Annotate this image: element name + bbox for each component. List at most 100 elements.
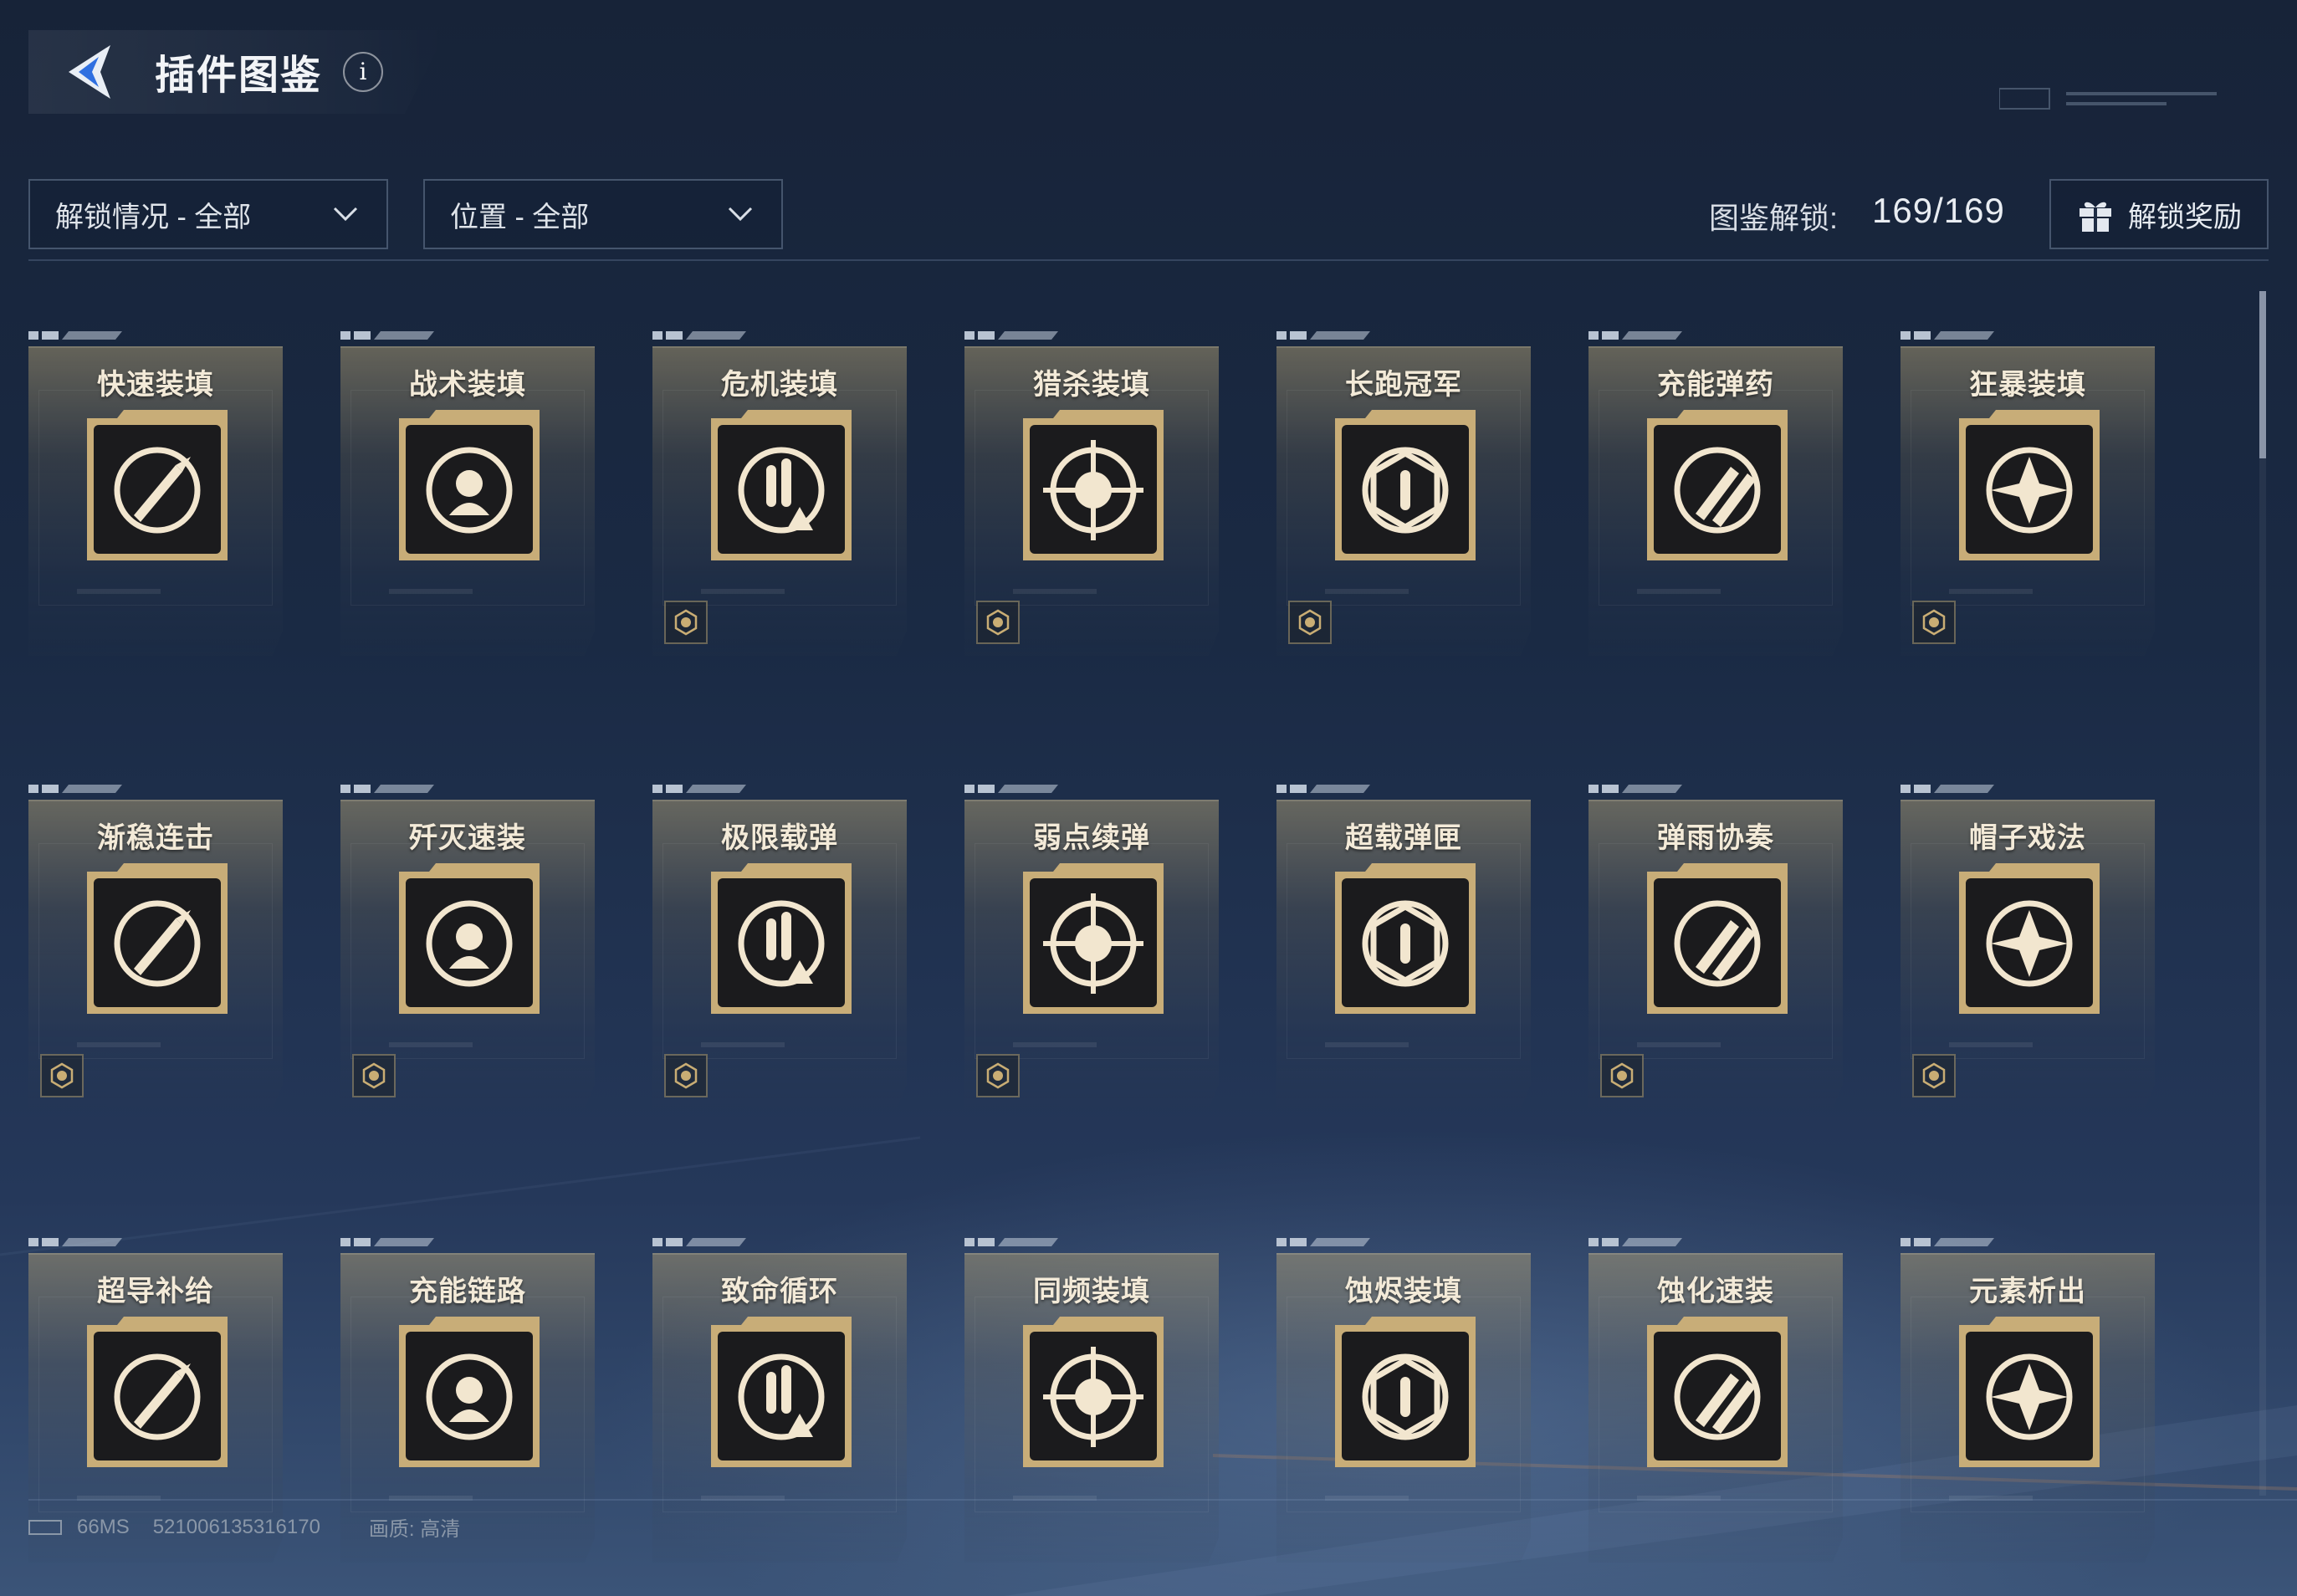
plugin-name: 充能弹药	[1657, 369, 1774, 401]
card-tag-decoration	[1901, 785, 1994, 793]
plugin-card[interactable]: 快速装填	[28, 331, 283, 656]
plugin-card[interactable]: 超载弹匣	[1276, 785, 1531, 1109]
unlock-status-dropdown[interactable]: 解锁情况 - 全部	[28, 179, 388, 249]
back-button[interactable]	[59, 38, 125, 105]
equipped-badge-icon	[40, 1054, 84, 1097]
card-serial-decoration	[1325, 589, 1409, 594]
card-serial-decoration	[1325, 1042, 1409, 1047]
plugin-card[interactable]: 同频装填	[964, 1238, 1219, 1563]
position-value: 位置 - 全部	[450, 201, 590, 233]
card-tag-decoration	[1588, 785, 1682, 793]
bullets-cycle-icon	[708, 860, 855, 1017]
plugin-name: 狂暴装填	[1969, 369, 2086, 401]
plugin-card[interactable]: 极限载弹	[652, 785, 907, 1109]
plugin-name: 长跑冠军	[1345, 369, 1462, 401]
card-serial-decoration	[701, 589, 785, 594]
plugin-card[interactable]: 弱点续弹	[964, 785, 1219, 1109]
plugin-name: 同频装填	[1033, 1276, 1150, 1307]
ammo-warning-icon	[708, 407, 855, 564]
plugin-name: 充能链路	[409, 1276, 526, 1307]
card-serial-decoration	[701, 1042, 785, 1047]
card-tag-decoration	[1588, 331, 1682, 340]
crosshair-ammo-icon	[1020, 407, 1167, 564]
page-title: 插件图鉴	[155, 54, 323, 98]
plugin-name: 极限载弹	[721, 822, 838, 854]
player-uid: 521006135316170	[152, 1515, 320, 1538]
plugin-card[interactable]: 弹雨协奏	[1588, 785, 1843, 1109]
plugin-card[interactable]: 战术装填	[340, 331, 595, 656]
card-serial-decoration	[77, 589, 161, 594]
unlock-status-value: 解锁情况 - 全部	[55, 201, 252, 233]
card-tag-decoration	[652, 1238, 746, 1246]
card-tag-decoration	[1276, 331, 1370, 340]
card-serial-decoration	[389, 1042, 473, 1047]
quality-setting: 画质: 高清	[368, 1518, 461, 1541]
plugin-name: 危机装填	[721, 369, 838, 401]
card-tag-decoration	[340, 785, 434, 793]
equipped-badge-icon	[1912, 1054, 1956, 1097]
card-serial-decoration	[389, 589, 473, 594]
unlock-reward-label: 解锁奖励	[2128, 201, 2242, 233]
bullets-hat-icon	[1956, 860, 2103, 1017]
position-dropdown[interactable]: 位置 - 全部	[423, 179, 783, 249]
bullet-orbit-icon	[1020, 1313, 1167, 1471]
card-tag-decoration	[1588, 1238, 1682, 1246]
equipped-badge-icon	[664, 601, 708, 644]
plugin-card[interactable]: 致命循环	[652, 1238, 907, 1563]
plugin-card[interactable]: 蚀烬装填	[1276, 1238, 1531, 1563]
burst-pistol-icon	[1956, 407, 2103, 564]
plugin-name: 超导补给	[97, 1276, 214, 1307]
plugin-card[interactable]: 充能弹药	[1588, 331, 1843, 656]
converging-chevrons-icon	[84, 860, 231, 1017]
twin-rockets-icon	[1644, 407, 1791, 564]
card-tag-decoration	[964, 331, 1058, 340]
equipped-badge-icon	[1600, 1054, 1644, 1097]
grid-scrollbar[interactable]	[2259, 291, 2266, 1496]
plugin-name: 猎杀装填	[1033, 369, 1150, 401]
plugin-card[interactable]: 长跑冠军	[1276, 331, 1531, 656]
scrollbar-thumb[interactable]	[2259, 291, 2266, 458]
hex-network-bullet-icon	[396, 1313, 543, 1471]
plugin-card[interactable]: 渐稳连击	[28, 785, 283, 1109]
unlock-reward-button[interactable]: 解锁奖励	[2049, 179, 2269, 249]
crossed-blades-icon	[1332, 1313, 1479, 1471]
plugin-name: 弹雨协奏	[1657, 822, 1774, 854]
card-tag-decoration	[28, 331, 122, 340]
target-up-arrow-icon	[1020, 860, 1167, 1017]
plugin-card[interactable]: 元素析出	[1901, 1238, 2155, 1563]
equipped-badge-icon	[976, 601, 1020, 644]
plugin-card[interactable]: 危机装填	[652, 331, 907, 656]
equipped-badge-icon	[1912, 601, 1956, 644]
card-tag-decoration	[964, 785, 1058, 793]
magazine-up-arrow-icon	[1332, 860, 1479, 1017]
ping-value: 66MS	[77, 1515, 130, 1538]
plugin-card[interactable]: 蚀化速装	[1588, 1238, 1843, 1563]
target-head-ammo-icon	[396, 407, 543, 564]
chevron-down-icon	[333, 207, 358, 222]
dual-rocket-reload-icon	[84, 407, 231, 564]
plugin-name: 歼灭速装	[409, 822, 526, 854]
corner-decoration	[1999, 88, 2217, 110]
card-serial-decoration	[1949, 1042, 2033, 1047]
plugin-card[interactable]: 帽子戏法	[1901, 785, 2155, 1109]
equipped-badge-icon	[976, 1054, 1020, 1097]
plugin-name: 帽子戏法	[1969, 822, 2086, 854]
plugin-card[interactable]: 歼灭速装	[340, 785, 595, 1109]
info-button[interactable]: i	[343, 52, 383, 92]
network-icon	[28, 1519, 62, 1535]
card-serial-decoration	[77, 1042, 161, 1047]
card-tag-decoration	[1276, 785, 1370, 793]
collection-progress-label: 图鉴解锁:	[1709, 201, 1839, 235]
plugin-card[interactable]: 猎杀装填	[964, 331, 1219, 656]
chevron-down-icon	[728, 207, 753, 222]
plugin-card[interactable]: 狂暴装填	[1901, 331, 2155, 656]
plugin-name: 战术装填	[409, 369, 526, 401]
card-tag-decoration	[28, 785, 122, 793]
plugin-name: 元素析出	[1969, 1276, 2086, 1307]
status-footer: 66MS 521006135316170 画质: 高清	[28, 1512, 483, 1542]
equipped-badge-icon	[352, 1054, 396, 1097]
equipped-badge-icon	[1288, 601, 1332, 644]
card-tag-decoration	[964, 1238, 1058, 1246]
plugin-name: 超载弹匣	[1345, 822, 1462, 854]
equipped-badge-icon	[664, 1054, 708, 1097]
